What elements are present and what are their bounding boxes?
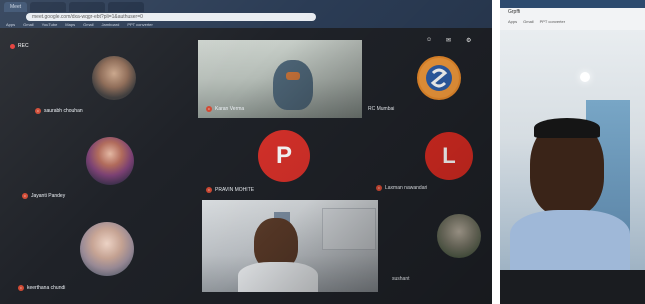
participant-initial-avatar: P [258, 130, 310, 182]
mic-off-icon: • [206, 187, 212, 193]
participant-name: Laxman nawandari [385, 185, 428, 191]
browser-chrome: Meet meet.google.com/dxa-wqgr-ebt?pli=1&… [0, 0, 492, 28]
bookmark-item[interactable]: PPT converter [127, 21, 153, 28]
browser-chrome: Grpffi Apps Gmail PPT converter [500, 0, 645, 30]
avatar-initial: P [275, 142, 292, 169]
chat-icon[interactable]: ✉ [446, 37, 451, 44]
meeting-screen-photo: Meet meet.google.com/dxa-wqgr-ebt?pli=1&… [0, 0, 492, 304]
mic-off-icon: • [206, 106, 212, 112]
activities-icon[interactable]: ⚙ [466, 37, 471, 44]
recording-indicator: REC [10, 43, 29, 49]
bookmark-item[interactable]: Jamboard [102, 21, 120, 28]
browser-tab[interactable] [30, 2, 67, 12]
participant-avatar [437, 214, 481, 258]
mic-off-icon: • [376, 185, 382, 191]
browser-tab[interactable] [69, 2, 106, 12]
person-hair [534, 118, 600, 138]
participant-avatar [80, 222, 134, 276]
bookmark-item[interactable]: PPT converter [540, 19, 566, 24]
logo-icon [419, 58, 459, 98]
participant-name: PRAVIN MOHITE [215, 187, 255, 193]
frame-top [500, 0, 645, 8]
participant-name-tag: • Karan Verma [206, 106, 244, 112]
participant-name: saurabh chouhan [44, 108, 83, 114]
bookmark-item[interactable]: Gmail [523, 19, 533, 24]
participant-name: Jayanti Pandey [31, 193, 66, 199]
record-dot-icon [10, 43, 15, 49]
bookmarks-bar: Apps Gmail YouTube Maps Gmail Jamboard P… [6, 21, 153, 28]
mic-off-icon: • [18, 285, 24, 291]
person-figure [238, 262, 318, 292]
bookmark-item[interactable]: Gmail [83, 21, 93, 28]
participant-name: sushant [392, 276, 410, 282]
bookmark-item[interactable]: Apps [508, 19, 517, 24]
url-bar[interactable]: meet.google.com/dxa-wqgr-ebt?pli=1&authu… [26, 13, 316, 21]
participants-icon[interactable]: ☺ [426, 37, 432, 43]
participant-name-tag: • keerthana chundi [18, 285, 65, 291]
person-shirt [510, 210, 630, 270]
participant-name-tag: sushant [392, 276, 410, 282]
browser-tabs: Meet [4, 2, 145, 12]
rec-label: REC [18, 43, 29, 49]
bookmark-item[interactable]: Maps [65, 21, 75, 28]
browser-tab[interactable]: Meet [4, 2, 28, 12]
bookmarks-bar: Apps Gmail PPT converter [508, 19, 565, 24]
participant-avatar [86, 137, 134, 185]
participant-name-tag: • Jayanti Pandey [22, 193, 65, 199]
mic-off-icon: • [22, 193, 28, 199]
person-figure [286, 72, 300, 80]
browser-tab[interactable]: Grpffi [508, 9, 520, 15]
participant-name: RC Mumbai [368, 106, 395, 112]
participant-video [202, 200, 378, 292]
monitor-bezel [500, 270, 645, 304]
ceiling-light [580, 72, 590, 82]
participant-name-tag: RC Mumbai [368, 106, 394, 112]
participant-name-tag: • Laxman nawandari [376, 185, 427, 191]
whiteboard-shape [322, 208, 376, 250]
participant-closeup-photo: Grpffi Apps Gmail PPT converter [500, 0, 645, 304]
browser-tab[interactable] [108, 2, 145, 12]
avatar-initial: L [442, 143, 456, 168]
bookmark-item[interactable]: Apps [6, 21, 15, 28]
person-figure [273, 60, 313, 110]
bookmark-item[interactable]: YouTube [42, 21, 58, 28]
participant-name: Karan Verma [215, 106, 245, 112]
bookmark-item[interactable]: Gmail [23, 21, 33, 28]
participant-avatar [417, 56, 461, 100]
participant-name: keerthana chundi [27, 285, 66, 291]
participant-name-tag: • saurabh chouhan [35, 108, 83, 114]
participant-initial-avatar: L [425, 132, 473, 180]
mic-off-icon: • [35, 108, 41, 114]
participant-name-tag: • PRAVIN MOHITE [206, 187, 254, 193]
participant-avatar [92, 56, 136, 100]
